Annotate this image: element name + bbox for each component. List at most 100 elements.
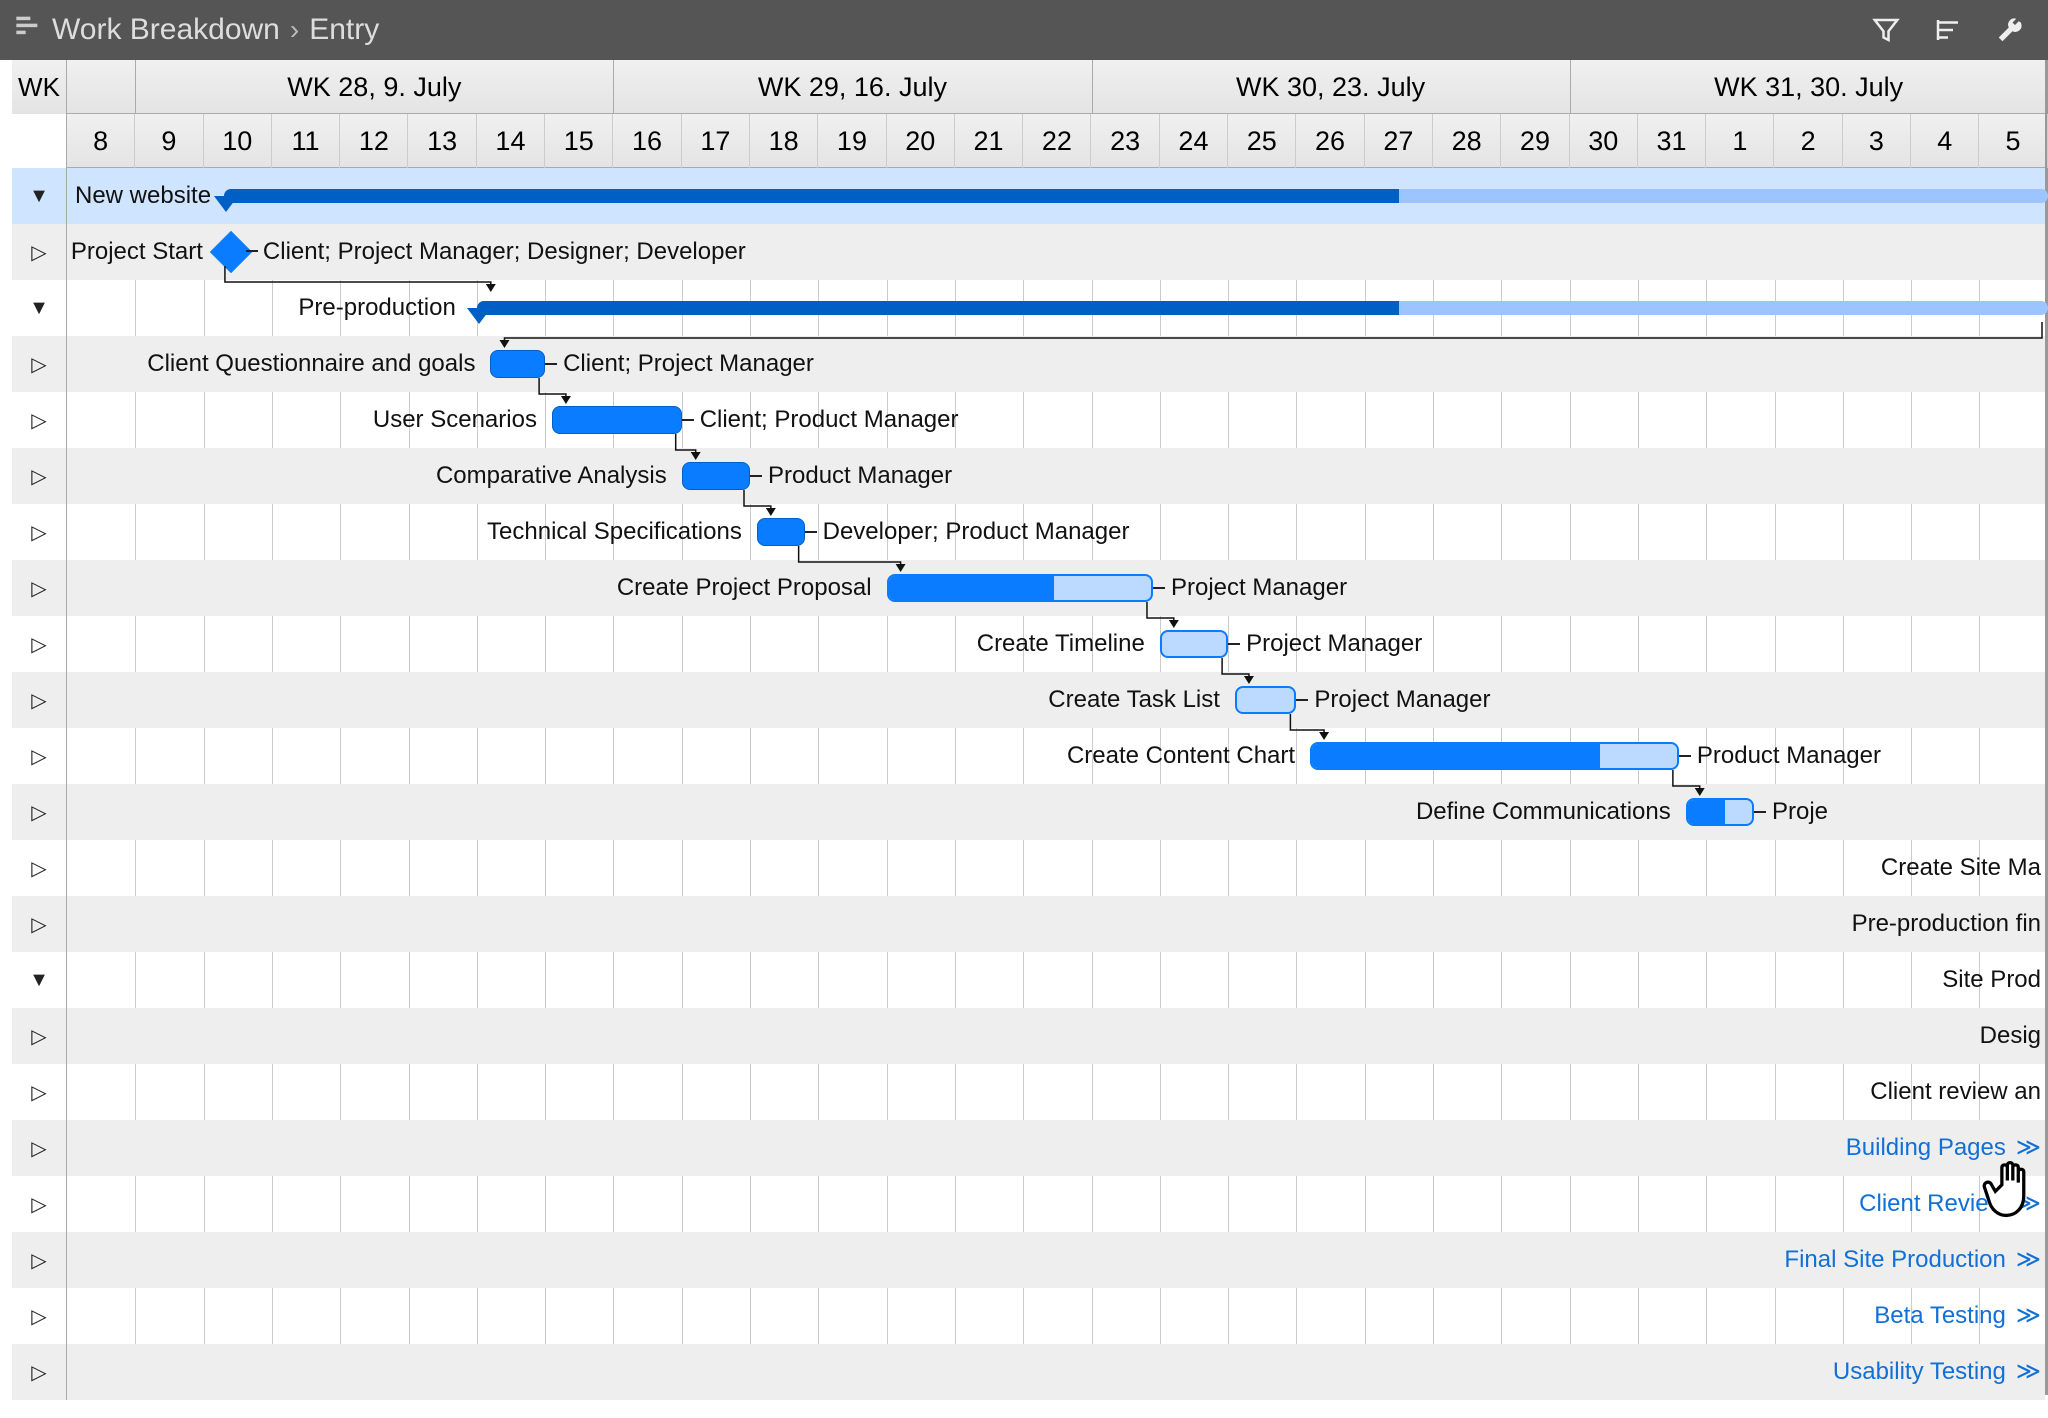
expand-toggle[interactable]: ▷ — [12, 784, 67, 840]
expand-toggle[interactable]: ▷ — [12, 728, 67, 784]
task-label: Create Timeline — [977, 616, 1145, 672]
day-header: 23 — [1092, 114, 1160, 168]
day-header: 16 — [613, 114, 681, 168]
task-bar[interactable] — [490, 350, 545, 378]
day-header: 3 — [1843, 114, 1911, 168]
task-bar[interactable] — [1686, 798, 1754, 826]
gantt-row: ▷Project StartClient; Project Manager; D… — [12, 224, 2045, 280]
gantt-row: ▷ Beta Testing≫ — [12, 1288, 2045, 1344]
day-header: 22 — [1023, 114, 1091, 168]
gantt-row: ▷ Final Site Production≫ — [12, 1232, 2045, 1288]
gantt-rows: ▼New website▷Project StartClient; Projec… — [12, 168, 2045, 1395]
gantt-app-icon — [14, 12, 42, 48]
day-header: 18 — [750, 114, 818, 168]
collapse-toggle[interactable]: ▼ — [12, 168, 67, 224]
task-bar[interactable] — [1160, 630, 1228, 658]
expand-toggle[interactable]: ▷ — [12, 672, 67, 728]
breadcrumb: Work Breakdown › Entry — [14, 12, 379, 48]
assignee-label: Client; Project Manager — [563, 336, 814, 392]
week-header: WK 30, 23. July — [1092, 60, 1570, 114]
week-header: WK 31, 30. July — [1570, 60, 2048, 114]
day-header: 24 — [1160, 114, 1228, 168]
day-header: 31 — [1638, 114, 1706, 168]
task-label: Create Content Chart — [1067, 728, 1295, 784]
summary-start-cap — [214, 196, 238, 212]
offscreen-arrow-icon: ≫ — [2016, 1134, 2041, 1161]
day-header: 30 — [1570, 114, 1638, 168]
expand-toggle[interactable]: ▷ — [12, 1064, 67, 1120]
task-bar[interactable] — [1235, 686, 1296, 714]
task-link-offscreen[interactable]: Beta Testing≫ — [1874, 1288, 2041, 1344]
breadcrumb-a[interactable]: Work Breakdown — [52, 13, 280, 47]
wrench-icon[interactable] — [1986, 6, 2034, 54]
summary-bar[interactable] — [224, 189, 2048, 203]
day-header: 21 — [955, 114, 1023, 168]
task-label-offscreen: Desig — [1980, 1008, 2041, 1064]
week-header: WK 29, 16. July — [613, 60, 1091, 114]
gantt-row: ▷User ScenariosClient; Product Manager — [12, 392, 2045, 448]
expand-toggle[interactable]: ▷ — [12, 224, 67, 280]
day-header: 12 — [340, 114, 408, 168]
day-header: 5 — [1979, 114, 2047, 168]
task-label-offscreen: Client review an — [1870, 1064, 2041, 1120]
gantt-chart[interactable]: WK WK 28, 9. JulyWK 29, 16. JulyWK 30, 2… — [12, 60, 2048, 1395]
task-bar[interactable] — [887, 574, 1153, 602]
expand-toggle[interactable]: ▷ — [12, 504, 67, 560]
gantt-row: ▷ Usability Testing≫ — [12, 1344, 2045, 1400]
expand-toggle[interactable]: ▷ — [12, 1232, 67, 1288]
assignee-label: Proje — [1772, 784, 1828, 840]
day-header: 15 — [545, 114, 613, 168]
expand-toggle[interactable]: ▷ — [12, 616, 67, 672]
milestone-diamond[interactable] — [210, 231, 252, 273]
task-bar[interactable] — [757, 518, 805, 546]
expand-toggle[interactable]: ▷ — [12, 560, 67, 616]
collapse-toggle[interactable]: ▼ — [12, 952, 67, 1008]
day-header: 9 — [135, 114, 203, 168]
align-left-icon[interactable] — [1924, 6, 1972, 54]
wk-label-corner: WK — [12, 60, 67, 114]
assignee-label: Client; Product Manager — [700, 392, 959, 448]
gantt-row: ▷ Client Questionnaire and goals Client; P… — [12, 336, 2045, 392]
task-label: New website — [75, 168, 211, 224]
filter-icon[interactable] — [1862, 6, 1910, 54]
expand-toggle[interactable]: ▷ — [12, 336, 67, 392]
chevron-right-icon: › — [290, 14, 299, 46]
assignee-label: Client; Project Manager; Designer; Devel… — [263, 224, 746, 280]
expand-toggle[interactable]: ▷ — [12, 1120, 67, 1176]
task-bar[interactable] — [552, 406, 682, 434]
day-header: 19 — [818, 114, 886, 168]
task-bar[interactable] — [1310, 742, 1679, 770]
task-link-offscreen[interactable]: Final Site Production≫ — [1784, 1232, 2041, 1288]
day-header: 1 — [1706, 114, 1774, 168]
collapse-toggle[interactable]: ▼ — [12, 280, 67, 336]
task-link-offscreen[interactable]: Usability Testing≫ — [1833, 1344, 2041, 1400]
assignee-label: Project Manager — [1246, 616, 1422, 672]
expand-toggle[interactable]: ▷ — [12, 1344, 67, 1400]
day-header: 2 — [1775, 114, 1843, 168]
week-header: WK 28, 9. July — [135, 60, 613, 114]
offscreen-arrow-icon: ≫ — [2016, 1358, 2041, 1385]
breadcrumb-b[interactable]: Entry — [309, 13, 379, 47]
task-link-offscreen[interactable]: Building Pages≫ — [1846, 1120, 2041, 1176]
day-header: 8 — [67, 114, 135, 168]
expand-toggle[interactable]: ▷ — [12, 1288, 67, 1344]
task-bar[interactable] — [682, 462, 750, 490]
expand-toggle[interactable]: ▷ — [12, 392, 67, 448]
day-header: 27 — [1365, 114, 1433, 168]
summary-bar[interactable] — [477, 301, 2048, 315]
gantt-row: ▷Create Content ChartProduct Manager — [12, 728, 2045, 784]
gantt-row: ▷ Desig — [12, 1008, 2045, 1064]
task-label: Client Questionnaire and goals — [147, 336, 475, 392]
expand-toggle[interactable]: ▷ — [12, 448, 67, 504]
gantt-row: ▷Create Task ListProject Manager — [12, 672, 2045, 728]
day-header: 4 — [1911, 114, 1979, 168]
task-link-offscreen[interactable]: Client Review≫ — [1859, 1176, 2041, 1232]
expand-toggle[interactable]: ▷ — [12, 896, 67, 952]
gantt-row: ▼New website — [12, 168, 2045, 224]
gantt-row: ▷ Client Review≫ — [12, 1176, 2045, 1232]
gantt-row: ▷Technical SpecificationsDeveloper; Prod… — [12, 504, 2045, 560]
expand-toggle[interactable]: ▷ — [12, 1176, 67, 1232]
task-label-offscreen: Pre-production fin — [1852, 896, 2041, 952]
expand-toggle[interactable]: ▷ — [12, 840, 67, 896]
expand-toggle[interactable]: ▷ — [12, 1008, 67, 1064]
